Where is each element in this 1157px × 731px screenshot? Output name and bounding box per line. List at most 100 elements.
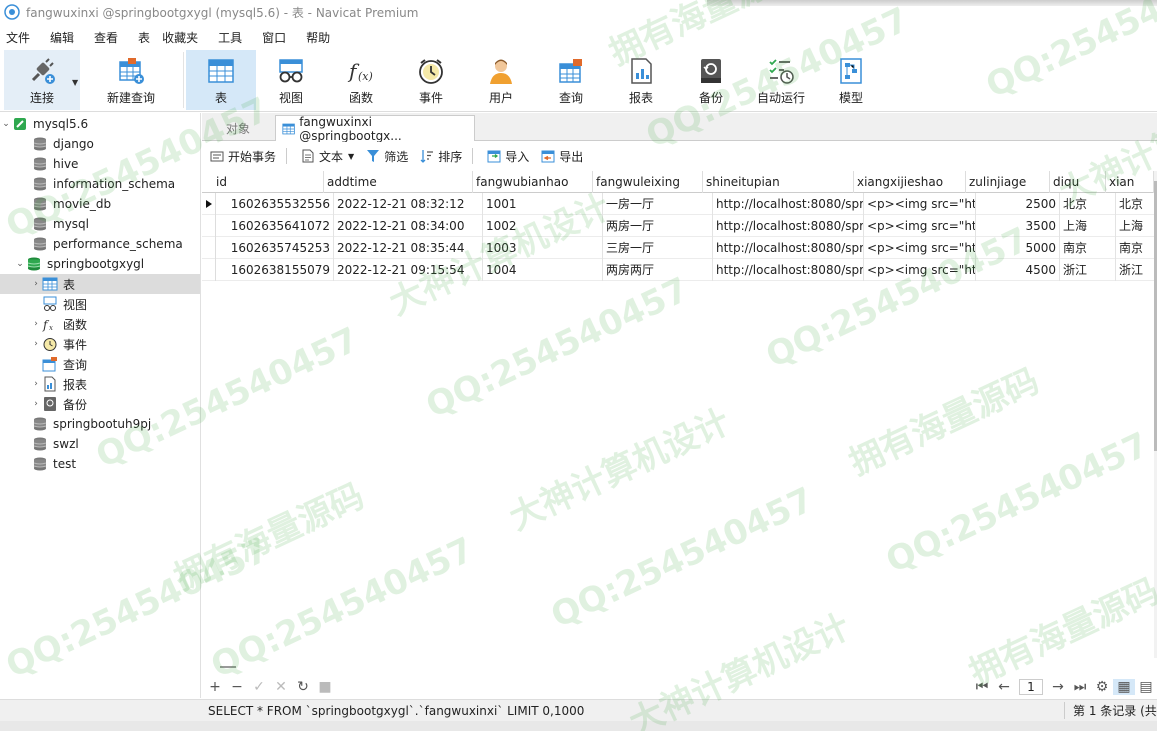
- cell-shineitupian[interactable]: http://localhost:8080/sprii: [713, 215, 864, 237]
- cell-fangwuleixing[interactable]: 两房两厅: [603, 259, 713, 281]
- filter-button[interactable]: 筛选: [366, 148, 408, 165]
- cell-addtime[interactable]: 2022-12-21 09:15:54: [334, 259, 483, 281]
- view-button[interactable]: 视图: [256, 50, 326, 110]
- cell-xian[interactable]: 北京: [1116, 193, 1154, 215]
- menu-help[interactable]: 帮助: [300, 29, 336, 46]
- next-page-icon[interactable]: →: [1047, 679, 1069, 695]
- new-query-button[interactable]: 新建查询: [86, 50, 176, 110]
- column-header[interactable]: addtime: [324, 171, 473, 193]
- query-button[interactable]: 查询: [536, 50, 606, 110]
- column-header[interactable]: xiangxijieshao: [854, 171, 966, 193]
- chevron-right-icon[interactable]: ›: [30, 379, 42, 389]
- chevron-down-icon[interactable]: ⌄: [0, 119, 12, 129]
- column-header[interactable]: xian: [1106, 171, 1154, 193]
- menu-view[interactable]: 查看: [88, 29, 124, 46]
- cell-diqu[interactable]: 浙江: [1060, 259, 1116, 281]
- cell-id[interactable]: 1602635532556: [216, 193, 334, 215]
- row-selector[interactable]: [202, 237, 216, 259]
- chevron-down-icon[interactable]: ⌄: [14, 259, 26, 269]
- tree-node-events[interactable]: › 事件: [30, 334, 87, 354]
- tree-db-mysql[interactable]: mysql: [32, 214, 89, 234]
- cell-addtime[interactable]: 2022-12-21 08:32:12: [334, 193, 483, 215]
- cell-zulinjiage[interactable]: 3500: [976, 215, 1060, 237]
- column-header[interactable]: zulinjiage: [966, 171, 1050, 193]
- column-header[interactable]: id: [202, 171, 324, 193]
- cell-id[interactable]: 1602635641072: [216, 215, 334, 237]
- tree-db-springbootuh9pj[interactable]: springbootuh9pj: [32, 414, 151, 434]
- cell-diqu[interactable]: 上海: [1060, 215, 1116, 237]
- column-header[interactable]: diqu: [1050, 171, 1106, 193]
- import-button[interactable]: 导入: [487, 148, 529, 165]
- user-button[interactable]: 用户: [466, 50, 536, 110]
- automation-button[interactable]: 自动运行: [746, 50, 816, 110]
- row-selector[interactable]: [202, 259, 216, 281]
- cell-fangwuleixing[interactable]: 一房一厅: [603, 193, 713, 215]
- stop-icon[interactable]: ■: [314, 679, 336, 695]
- table-row[interactable]: 1602635532556 2022-12-21 08:32:12 1001 一…: [202, 193, 1154, 215]
- add-record-icon[interactable]: +: [204, 679, 226, 695]
- tree-node-reports[interactable]: › 报表: [30, 374, 87, 394]
- column-header[interactable]: shineitupian: [703, 171, 854, 193]
- model-button[interactable]: 模型: [816, 50, 886, 110]
- last-page-icon[interactable]: ⏭: [1069, 679, 1091, 695]
- cell-xian[interactable]: 浙江: [1116, 259, 1154, 281]
- refresh-icon[interactable]: ↻: [292, 679, 314, 695]
- menu-tools[interactable]: 工具: [212, 29, 248, 46]
- grid-view-icon[interactable]: ▦: [1113, 679, 1135, 695]
- cell-xiangxijieshao[interactable]: <p><img src="htt|: [864, 237, 976, 259]
- menu-file[interactable]: 文件: [0, 29, 36, 46]
- tree-db-movie-db[interactable]: movie_db: [32, 194, 111, 214]
- cell-addtime[interactable]: 2022-12-21 08:35:44: [334, 237, 483, 259]
- previous-page-icon[interactable]: ←: [993, 679, 1015, 695]
- table-row[interactable]: 1602638155079 2022-12-21 09:15:54 1004 两…: [202, 259, 1154, 281]
- cell-fangwubianhao[interactable]: 1001: [483, 193, 603, 215]
- cell-fangwubianhao[interactable]: 1002: [483, 215, 603, 237]
- cell-xian[interactable]: 南京: [1116, 237, 1154, 259]
- tree-db-django[interactable]: django: [32, 134, 94, 154]
- tree-db-performance-schema[interactable]: performance_schema: [32, 234, 183, 254]
- cell-id[interactable]: 1602635745253: [216, 237, 334, 259]
- chevron-down-icon[interactable]: ▼: [72, 78, 78, 87]
- menu-edit[interactable]: 编辑: [44, 29, 80, 46]
- cell-diqu[interactable]: 南京: [1060, 237, 1116, 259]
- tree-connection[interactable]: ⌄ mysql5.6: [0, 114, 88, 134]
- row-selector[interactable]: [202, 193, 216, 215]
- cell-xiangxijieshao[interactable]: <p><img src="htt|: [864, 193, 976, 215]
- export-button[interactable]: 导出: [541, 148, 583, 165]
- tree-node-views[interactable]: 视图: [42, 294, 87, 314]
- connect-button[interactable]: 连接: [4, 50, 80, 110]
- function-button[interactable]: f (x) 函数: [326, 50, 396, 110]
- chevron-right-icon[interactable]: ›: [30, 279, 42, 289]
- first-page-icon[interactable]: ⏮: [971, 679, 993, 695]
- cell-zulinjiage[interactable]: 5000: [976, 237, 1060, 259]
- table-row[interactable]: 1602635641072 2022-12-21 08:34:00 1002 两…: [202, 215, 1154, 237]
- cell-fangwuleixing[interactable]: 两房一厅: [603, 215, 713, 237]
- tree-node-tables[interactable]: › 表: [0, 274, 200, 294]
- text-button[interactable]: 文本 ▼: [301, 148, 354, 165]
- apply-changes-icon[interactable]: ✓: [248, 679, 270, 695]
- begin-transaction-button[interactable]: 开始事务: [210, 148, 276, 165]
- tree-db-information-schema[interactable]: information_schema: [32, 174, 175, 194]
- table-button[interactable]: 表: [186, 50, 256, 110]
- cell-xian[interactable]: 上海: [1116, 215, 1154, 237]
- tree-node-backups[interactable]: › 备份: [30, 394, 87, 414]
- chevron-right-icon[interactable]: ›: [30, 339, 42, 349]
- discard-changes-icon[interactable]: ✕: [270, 679, 292, 695]
- table-row[interactable]: 1602635745253 2022-12-21 08:35:44 1003 三…: [202, 237, 1154, 259]
- horizontal-scrollbar-thumb[interactable]: [220, 666, 236, 668]
- tab-objects[interactable]: 对象: [202, 115, 274, 141]
- form-view-icon[interactable]: ▤: [1135, 679, 1157, 695]
- cell-fangwuleixing[interactable]: 三房一厅: [603, 237, 713, 259]
- cell-zulinjiage[interactable]: 2500: [976, 193, 1060, 215]
- cell-shineitupian[interactable]: http://localhost:8080/sprii: [713, 237, 864, 259]
- delete-record-icon[interactable]: −: [226, 679, 248, 695]
- cell-zulinjiage[interactable]: 4500: [976, 259, 1060, 281]
- tree-db-hive[interactable]: hive: [32, 154, 78, 174]
- cell-shineitupian[interactable]: http://localhost:8080/sprii: [713, 259, 864, 281]
- page-number-field[interactable]: 1: [1019, 679, 1043, 695]
- menu-table[interactable]: 表: [132, 29, 156, 46]
- backup-button[interactable]: 备份: [676, 50, 746, 110]
- event-button[interactable]: 事件: [396, 50, 466, 110]
- cell-xiangxijieshao[interactable]: <p><img src="htt|: [864, 215, 976, 237]
- column-header[interactable]: fangwubianhao: [473, 171, 593, 193]
